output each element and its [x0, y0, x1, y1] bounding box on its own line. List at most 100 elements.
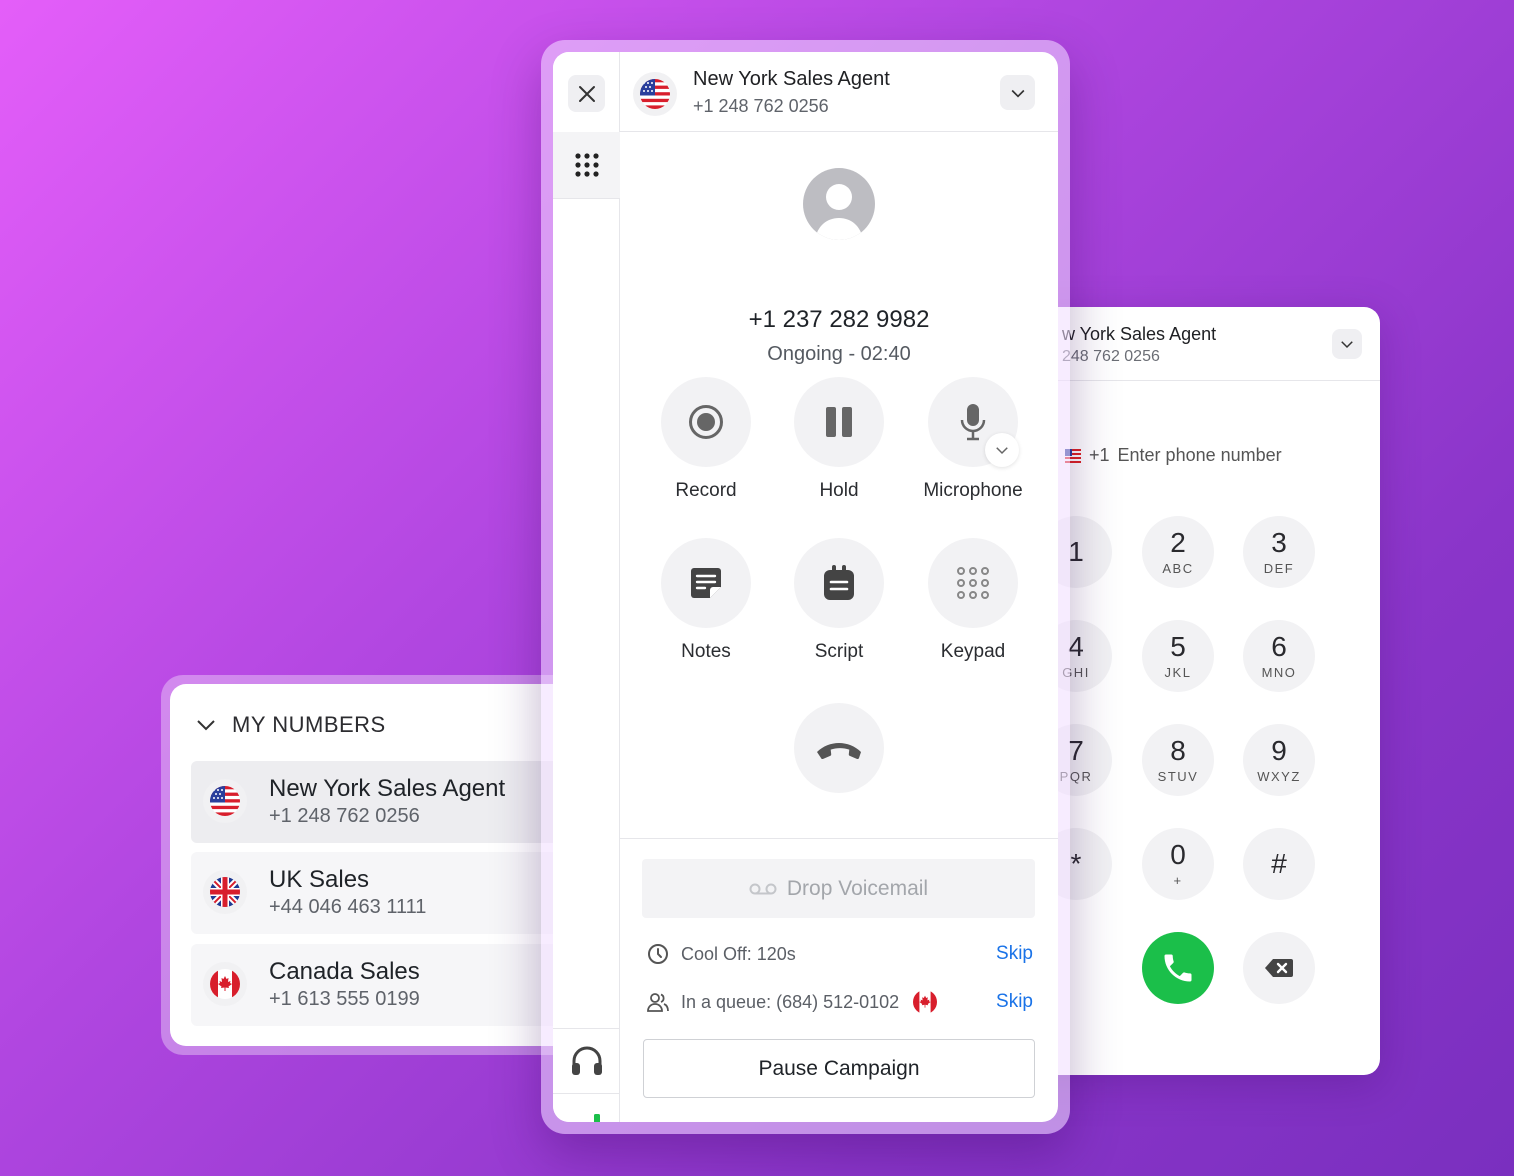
number-item-name: UK Sales [269, 866, 370, 893]
headset-button[interactable] [553, 1045, 620, 1077]
number-item-uk[interactable]: UK Sales +44 046 463 1111 [191, 852, 580, 934]
dial-key-letters: + [1173, 872, 1183, 888]
dial-key-digit: 6 [1271, 630, 1287, 662]
dial-key-digit: 8 [1170, 734, 1186, 766]
keypad-label: Keypad [940, 641, 1006, 662]
dial-key-2[interactable]: 2 ABC [1142, 516, 1214, 588]
hold-button[interactable] [794, 377, 884, 467]
cool-off-text: Cool Off: 120s [681, 943, 796, 964]
queue-text: In a queue: (684) 512-0102 [681, 991, 900, 1012]
dial-key-digit: 3 [1271, 526, 1287, 558]
dial-key-5[interactable]: 5 JKL [1142, 620, 1214, 692]
canada-flag-icon [913, 990, 938, 1014]
users-icon [647, 993, 669, 1012]
dial-key-8[interactable]: 8 STUV [1142, 724, 1214, 796]
backspace-icon [1265, 959, 1293, 977]
call-header: New York Sales Agent +1 248 762 0256 [620, 52, 1058, 132]
dial-key-digit: 2 [1170, 526, 1186, 558]
dial-key-digit: 4 [1068, 630, 1084, 662]
pause-campaign-label: Pause Campaign [758, 1056, 920, 1080]
dialer-number-dropdown-button[interactable] [1332, 329, 1362, 359]
microphone-icon [960, 404, 986, 441]
dial-key-digit: # [1271, 848, 1287, 879]
microphone-options-button[interactable] [985, 433, 1019, 467]
dial-key-letters: ABC [1162, 560, 1194, 576]
rail-divider [553, 198, 620, 199]
notes-icon [691, 568, 721, 598]
dial-key-6[interactable]: 6 MNO [1243, 620, 1315, 692]
dial-key-0[interactable]: 0 + [1142, 828, 1214, 900]
dialpad-grid-icon [574, 153, 599, 177]
chevron-down-icon [996, 447, 1008, 455]
dial-key-letters: STUV [1157, 768, 1199, 784]
backspace-button[interactable] [1243, 932, 1315, 1004]
dial-key-letters: WXYZ [1257, 768, 1301, 784]
number-item-name: New York Sales Agent [269, 775, 506, 802]
canada-flag-icon [203, 962, 247, 1006]
dialer-header-title: w York Sales Agent [1062, 324, 1217, 344]
my-numbers-toggle[interactable]: MY NUMBERS [194, 712, 386, 738]
chevron-down-icon [197, 720, 215, 731]
caller-id-number: +1 248 762 0256 [693, 96, 829, 116]
number-item-number: +1 613 555 0199 [269, 988, 420, 1010]
uk-flag-icon [203, 870, 247, 914]
caller-id-dropdown-button[interactable] [1000, 75, 1035, 110]
us-flag-icon [203, 779, 247, 823]
microphone-label: Microphone [923, 480, 1023, 501]
chevron-down-icon [1011, 89, 1024, 98]
pause-campaign-button[interactable]: Pause Campaign [643, 1039, 1035, 1098]
section-divider [620, 838, 1058, 839]
country-code: +1 [1089, 445, 1110, 465]
dial-key-letters: DEF [1263, 560, 1295, 576]
my-numbers-card: MY NUMBERS New York Sales Agent +1 248 7… [170, 684, 580, 1046]
script-button[interactable] [794, 538, 884, 628]
dial-key-digit: 5 [1170, 630, 1186, 662]
call-panel: New York Sales Agent +1 248 762 0256 +1 … [541, 40, 1070, 1134]
dial-key-3[interactable]: 3 DEF [1243, 516, 1315, 588]
close-button[interactable] [568, 75, 605, 112]
my-numbers-heading: MY NUMBERS [232, 712, 386, 737]
record-icon [689, 405, 723, 439]
notes-label: Notes [681, 641, 731, 662]
pause-icon [826, 407, 852, 437]
hang-up-button[interactable] [794, 703, 884, 793]
dial-key-9[interactable]: 9 WXYZ [1243, 724, 1315, 796]
headset-icon [571, 1046, 602, 1075]
chevron-down-icon [1341, 341, 1353, 349]
number-item-new-york[interactable]: New York Sales Agent +1 248 762 0256 [191, 761, 580, 843]
number-item-name: Canada Sales [269, 958, 420, 985]
queue-row: In a queue: (684) 512-0102 Skip [647, 989, 1033, 1015]
number-item-canada[interactable]: Canada Sales +1 613 555 0199 [191, 944, 580, 1026]
skip-cool-off-link[interactable]: Skip [996, 943, 1033, 965]
dial-key-hash[interactable]: # [1243, 828, 1315, 900]
dial-key-digit: 1 [1068, 536, 1084, 567]
drop-voicemail-label: Drop Voicemail [786, 876, 929, 900]
signal-button[interactable] [553, 1112, 620, 1122]
notes-button[interactable] [661, 538, 751, 628]
dial-key-digit: 9 [1271, 734, 1287, 766]
cool-off-row: Cool Off: 120s Skip [647, 941, 1033, 967]
avatar [803, 168, 875, 240]
phone-number-input[interactable]: +1 Enter phone number [1065, 445, 1282, 466]
record-button[interactable] [661, 377, 751, 467]
voicemail-icon [749, 883, 777, 894]
dial-key-letters: MNO [1261, 664, 1297, 680]
number-item-number: +1 248 762 0256 [269, 805, 420, 827]
phone-input-placeholder: Enter phone number [1117, 445, 1282, 465]
drop-voicemail-button[interactable]: Drop Voicemail [642, 859, 1035, 918]
my-numbers-panel: MY NUMBERS New York Sales Agent +1 248 7… [161, 675, 581, 1055]
keypad-button[interactable] [928, 538, 1018, 628]
call-panel-card: New York Sales Agent +1 248 762 0256 +1 … [553, 52, 1058, 1122]
hang-up-icon [817, 743, 861, 760]
caller-number: +1 237 282 9982 [748, 306, 930, 333]
phone-icon [1164, 954, 1192, 982]
call-status: Ongoing - 02:40 [767, 343, 911, 365]
user-icon [815, 184, 863, 240]
call-button[interactable] [1142, 932, 1214, 1004]
keypad-icon [957, 567, 989, 599]
record-label: Record [675, 480, 737, 501]
script-label: Script [814, 641, 864, 662]
dialpad-nav-button[interactable] [553, 132, 620, 198]
skip-queue-link[interactable]: Skip [996, 991, 1033, 1013]
rail-divider [553, 1093, 620, 1094]
